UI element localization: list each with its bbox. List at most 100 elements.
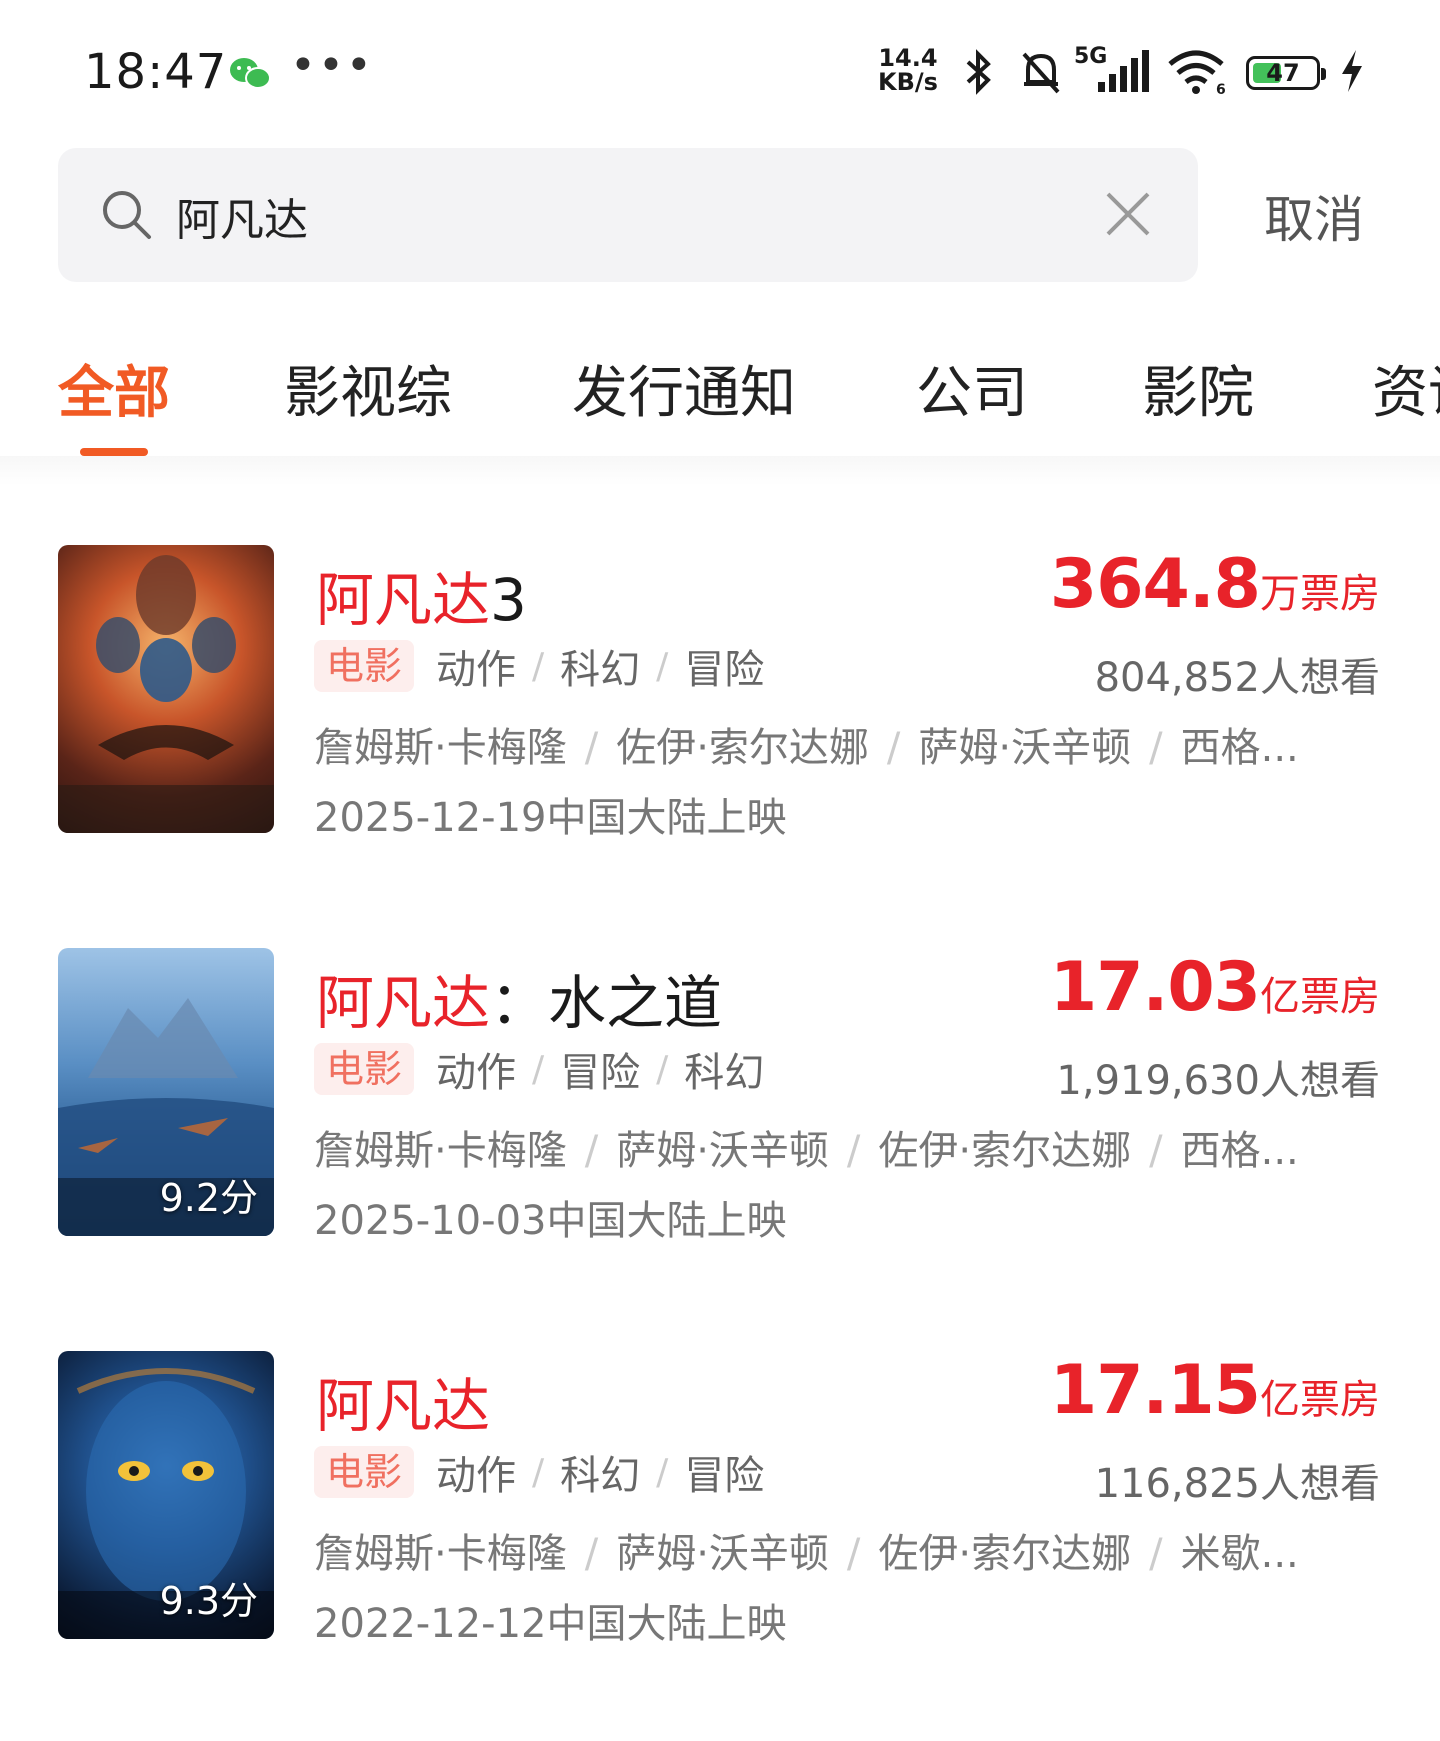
separator: /: [584, 725, 599, 771]
genre-label: 科幻: [560, 1453, 641, 1499]
rating-score: 9.2分: [159, 1176, 258, 1220]
separator: /: [886, 725, 901, 771]
title-keyword-highlight: 阿凡达: [316, 969, 491, 1037]
box-office-value: 17.03: [1049, 948, 1261, 1027]
separator: /: [584, 1531, 599, 1577]
cancel-button[interactable]: 取消: [1264, 180, 1364, 252]
signal-icon: [1098, 50, 1149, 92]
network-speed: 14.4 KB/s: [878, 46, 938, 94]
poster-artwork: [58, 555, 274, 833]
box-office: 17.15亿票房: [1050, 1351, 1380, 1430]
rating-score: 9.3分: [159, 1579, 258, 1623]
battery-percent: 47: [1266, 59, 1300, 87]
separator: /: [656, 1451, 669, 1493]
section-divider: [0, 456, 1440, 486]
genre-label: 动作: [436, 1453, 517, 1499]
genre-label: 冒险: [684, 1453, 765, 1499]
cast-list: 詹姆斯·卡梅隆 / 萨姆·沃辛顿 / 佐伊·索尔达娜 / 西格...: [314, 1118, 1374, 1176]
charging-icon: [1342, 50, 1362, 92]
title-suffix: 3: [490, 566, 527, 634]
cast-list: 詹姆斯·卡梅隆 / 佐伊·索尔达娜 / 萨姆·沃辛顿 / 西格...: [314, 715, 1374, 773]
net-speed-unit: KB/s: [878, 68, 938, 96]
svg-text:6: 6: [1216, 82, 1226, 96]
cast-member: 佐伊·索尔达娜: [878, 1531, 1132, 1577]
search-bar[interactable]: [58, 148, 1198, 282]
release-date: 2025-12-19中国大陆上映: [314, 795, 787, 841]
movie-poster[interactable]: [58, 545, 274, 833]
cast-member: 萨姆·沃辛顿: [616, 1128, 829, 1174]
title-keyword-highlight: 阿凡达: [316, 1372, 491, 1440]
want-to-see-count: 1,919,630人想看: [1056, 1058, 1380, 1104]
separator: /: [584, 1128, 599, 1174]
clear-icon[interactable]: [1104, 190, 1152, 238]
battery-nub: [1321, 68, 1326, 80]
cast-list: 詹姆斯·卡梅隆 / 萨姆·沃辛顿 / 佐伊·索尔达娜 / 米歇...: [314, 1521, 1374, 1579]
release-date: 2025-10-03中国大陆上映: [314, 1198, 787, 1244]
tab-all[interactable]: 全部: [58, 348, 170, 429]
want-to-see-count: 804,852人想看: [1094, 655, 1380, 701]
genre-line: 电影 动作 / 冒险 / 科幻: [314, 1042, 764, 1096]
movie-title[interactable]: 阿凡达: [316, 1359, 490, 1443]
genre-line: 电影 动作 / 科幻 / 冒险: [314, 639, 764, 693]
genre-label: 动作: [436, 1050, 517, 1096]
net-speed-value: 14.4: [878, 44, 938, 72]
type-badge: 电影: [314, 1043, 415, 1095]
separator: /: [1149, 725, 1163, 771]
search-icon: [103, 191, 151, 239]
separator: /: [532, 1048, 545, 1090]
box-office-value: 17.15: [1049, 1351, 1261, 1430]
more-notifications-icon: •••: [290, 40, 374, 91]
genre-label: 冒险: [684, 647, 765, 693]
genre-label: 科幻: [684, 1050, 765, 1096]
genre-line: 电影 动作 / 科幻 / 冒险: [314, 1445, 764, 1499]
title-suffix: ：水之道: [490, 969, 723, 1037]
tab-film-tv-variety[interactable]: 影视综: [284, 348, 452, 429]
genre-label: 冒险: [560, 1050, 641, 1096]
tab-company[interactable]: 公司: [916, 348, 1028, 429]
mute-bell-icon: [1022, 52, 1060, 94]
category-tabs: 全部 影视综 发行通知 公司 影院 资讯: [0, 330, 1440, 460]
tab-release-notice[interactable]: 发行通知: [572, 348, 796, 429]
cast-member: 西格...: [1180, 725, 1299, 771]
cast-member: 萨姆·沃辛顿: [616, 1531, 829, 1577]
movie-poster[interactable]: 9.3分: [58, 1351, 274, 1639]
battery-indicator: 47: [1246, 56, 1326, 90]
box-office-unit: 万票房: [1260, 571, 1380, 617]
want-to-see-count: 116,825人想看: [1094, 1461, 1380, 1507]
result-item[interactable]: 9.3分 阿凡达 17.15亿票房 电影 动作 / 科幻 / 冒险 116,825人…: [0, 1351, 1440, 1651]
search-input[interactable]: [174, 178, 1038, 254]
cast-member: 米歇...: [1180, 1531, 1299, 1577]
movie-title[interactable]: 阿凡达：水之道: [316, 956, 722, 1040]
separator: /: [1149, 1128, 1163, 1174]
cast-member: 萨姆·沃辛顿: [918, 725, 1132, 771]
separator: /: [846, 1128, 861, 1174]
tab-news[interactable]: 资讯: [1372, 348, 1440, 429]
active-tab-indicator: [80, 448, 148, 456]
wifi-icon: 6: [1168, 50, 1226, 96]
result-item[interactable]: 9.2分 阿凡达：水之道 17.03亿票房 电影 动作 / 冒险 / 科幻 1,91…: [0, 948, 1440, 1248]
genre-label: 动作: [436, 647, 517, 693]
result-item[interactable]: 阿凡达3 364.8万票房 电影 动作 / 科幻 / 冒险 804,852人想看 詹…: [0, 545, 1440, 845]
box-office-unit: 亿票房: [1260, 974, 1380, 1020]
status-bar: 18:47 ••• 14.4 KB/s 5G 6 47: [0, 0, 1440, 130]
type-badge: 电影: [314, 640, 415, 692]
box-office-unit: 亿票房: [1260, 1377, 1380, 1423]
movie-poster[interactable]: 9.2分: [58, 948, 274, 1236]
movie-title[interactable]: 阿凡达3: [316, 553, 527, 637]
box-office-value: 364.8: [1049, 545, 1261, 624]
separator: /: [656, 1048, 669, 1090]
cast-member: 佐伊·索尔达娜: [616, 725, 869, 771]
cast-member: 詹姆斯·卡梅隆: [314, 1531, 567, 1577]
tab-cinema[interactable]: 影院: [1142, 348, 1254, 429]
bluetooth-icon: [966, 49, 991, 95]
separator: /: [532, 1451, 545, 1493]
box-office: 364.8万票房: [1050, 545, 1380, 624]
separator: /: [1149, 1531, 1163, 1577]
separator: /: [532, 645, 545, 687]
cast-member: 西格...: [1180, 1128, 1299, 1174]
separator: /: [656, 645, 669, 687]
cast-member: 詹姆斯·卡梅隆: [314, 725, 567, 771]
title-keyword-highlight: 阿凡达: [316, 566, 491, 634]
cast-member: 佐伊·索尔达娜: [878, 1128, 1132, 1174]
type-badge: 电影: [314, 1446, 415, 1498]
